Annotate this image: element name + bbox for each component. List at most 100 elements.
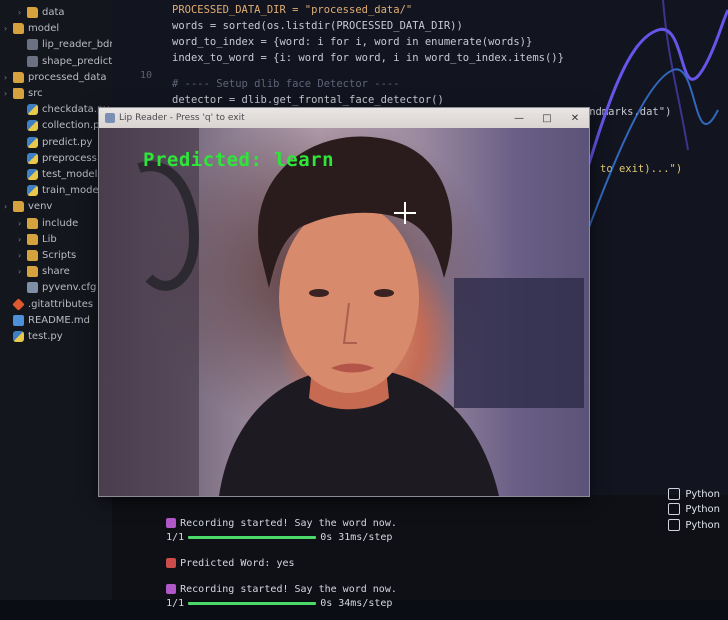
py-icon [27, 120, 38, 132]
sidebar-item[interactable]: › Scripts [0, 247, 76, 264]
code-line-3: word_to_index = {word: i for i, word in … [172, 36, 533, 48]
minimize-button[interactable]: — [505, 108, 533, 128]
sidebar-item[interactable]: collection.py [0, 117, 105, 134]
py-icon [27, 169, 38, 180]
camera-feed: Predicted: learn [99, 128, 589, 496]
sidebar-item-label: model [28, 23, 60, 35]
sidebar-item[interactable]: › model [0, 20, 59, 37]
folder-icon [27, 266, 38, 278]
chevron-icon: › [4, 89, 8, 98]
sidebar-item[interactable]: › src [0, 85, 43, 102]
sidebar-item-label: share [42, 266, 70, 278]
sidebar-item-label: processed_data [28, 71, 107, 83]
chevron-icon: › [18, 218, 22, 228]
sidebar-item[interactable]: › share [0, 263, 70, 280]
code-line-1: PROCESSED_DATA_DIR = "processed_data/" [172, 4, 413, 16]
sidebar-item[interactable]: checkdata.py [0, 101, 109, 118]
prediction-overlay: Predicted: learn [143, 149, 335, 171]
chevron-icon: › [18, 234, 22, 244]
folder-icon [27, 233, 38, 245]
sidebar-item[interactable]: test_model.py [0, 166, 112, 183]
explorer-sidebar: › data › model lip_reader_bdm... shape_predic… [0, 0, 112, 600]
sidebar-item-label: predict.py [42, 136, 93, 148]
sidebar-item[interactable]: predict.py [0, 134, 92, 151]
window-title: Lip Reader - Press 'q' to exit [119, 113, 245, 123]
sidebar-item-label: .gitattributes [28, 298, 94, 310]
terminal-tab-python[interactable]: Python [668, 488, 720, 500]
webcam-image [99, 128, 584, 496]
sidebar-item-label: data [42, 7, 65, 18]
progress-bar [188, 601, 317, 605]
terminal-tab-python[interactable]: Python [668, 503, 720, 515]
terminal-panel[interactable]: Recording started! Say the word now. 1/1… [112, 488, 728, 609]
sidebar-item-label: include [42, 217, 79, 229]
sidebar-item-label: test.py [28, 331, 63, 342]
sidebar-item[interactable]: lip_reader_bdm... [0, 36, 112, 53]
py-icon [27, 152, 38, 164]
terminal-icon [668, 488, 681, 500]
sidebar-item[interactable]: pyvenv.cfg [0, 279, 96, 296]
code-line-2: words = sorted(os.listdir(PROCESSED_DATA… [172, 20, 463, 32]
terminal-tab-python[interactable]: Python [668, 519, 720, 531]
app-icon [105, 113, 115, 123]
folder-icon [27, 250, 38, 261]
prediction-icon [166, 558, 177, 568]
sidebar-item-label: src [28, 88, 43, 99]
py-icon [13, 331, 24, 342]
folder-icon [13, 71, 24, 83]
folder-icon [13, 23, 24, 35]
sidebar-item-label: README.md [28, 314, 91, 326]
sidebar-item[interactable]: › include [0, 215, 78, 232]
folder-icon [27, 217, 38, 229]
py-icon [27, 104, 38, 116]
sidebar-item-label: pyvenv.cfg [42, 282, 97, 294]
folder-icon [13, 88, 24, 99]
close-button[interactable]: ✕ [561, 108, 589, 128]
terminal-icon [668, 519, 681, 531]
code-comment: # ---- Setup dlib face Detector ---- [172, 78, 400, 90]
sidebar-item-label: shape_predictor... [42, 55, 112, 67]
file-icon [27, 55, 38, 67]
chevron-icon: › [18, 251, 22, 260]
terminal-icon [668, 503, 681, 515]
chevron-icon: › [4, 24, 8, 34]
sidebar-item[interactable]: shape_predictor... [0, 53, 112, 70]
sidebar-item[interactable]: train_model.py [0, 182, 112, 199]
chevron-icon: › [4, 72, 8, 82]
py-icon [27, 185, 38, 197]
neon-wallpaper-graphic [576, 0, 728, 231]
maximize-button[interactable]: □ [533, 108, 561, 128]
sidebar-item[interactable]: README.md [0, 312, 90, 329]
chevron-icon: › [4, 202, 8, 212]
sidebar-item-label: Scripts [42, 250, 77, 261]
md-icon [13, 314, 24, 326]
progress-bar [188, 535, 317, 539]
sidebar-item-label: collection.py [42, 120, 106, 132]
file-icon [27, 39, 38, 51]
code-line-4: index_to_word = {i: word for word, i in … [172, 52, 564, 64]
sidebar-item[interactable]: preprocess.py [0, 150, 112, 167]
sidebar-item-label: Lib [42, 233, 57, 245]
terminal-progress: 1/1 0s 34ms/step [166, 598, 393, 609]
sidebar-item-label: venv [28, 201, 53, 213]
sidebar-item[interactable]: › processed_data [0, 69, 106, 86]
sidebar-item[interactable]: › venv [0, 198, 52, 215]
code-line-6: detector = dlib.get_frontal_face_detecto… [172, 94, 444, 106]
crosshair-icon [394, 202, 416, 224]
folder-icon [27, 7, 38, 18]
sidebar-item[interactable]: test.py [0, 328, 63, 345]
chevron-icon: › [18, 8, 22, 17]
chevron-icon: › [18, 267, 22, 277]
folder-icon [13, 201, 24, 213]
py-icon [27, 136, 38, 148]
camera-window[interactable]: Lip Reader - Press 'q' to exit — □ ✕ Pre… [98, 107, 590, 497]
sidebar-item[interactable]: .gitattributes [0, 296, 93, 313]
sidebar-item[interactable]: › Lib [0, 231, 57, 248]
ide-window: › data › model lip_reader_bdm... shape_predic… [0, 0, 728, 609]
sidebar-item-label: lip_reader_bdm... [42, 39, 112, 51]
cfg-icon [27, 282, 38, 294]
git-icon [12, 297, 25, 311]
sidebar-item[interactable]: › data [0, 4, 65, 21]
line-number: 10 [140, 70, 153, 81]
window-titlebar[interactable]: Lip Reader - Press 'q' to exit — □ ✕ [99, 108, 589, 128]
